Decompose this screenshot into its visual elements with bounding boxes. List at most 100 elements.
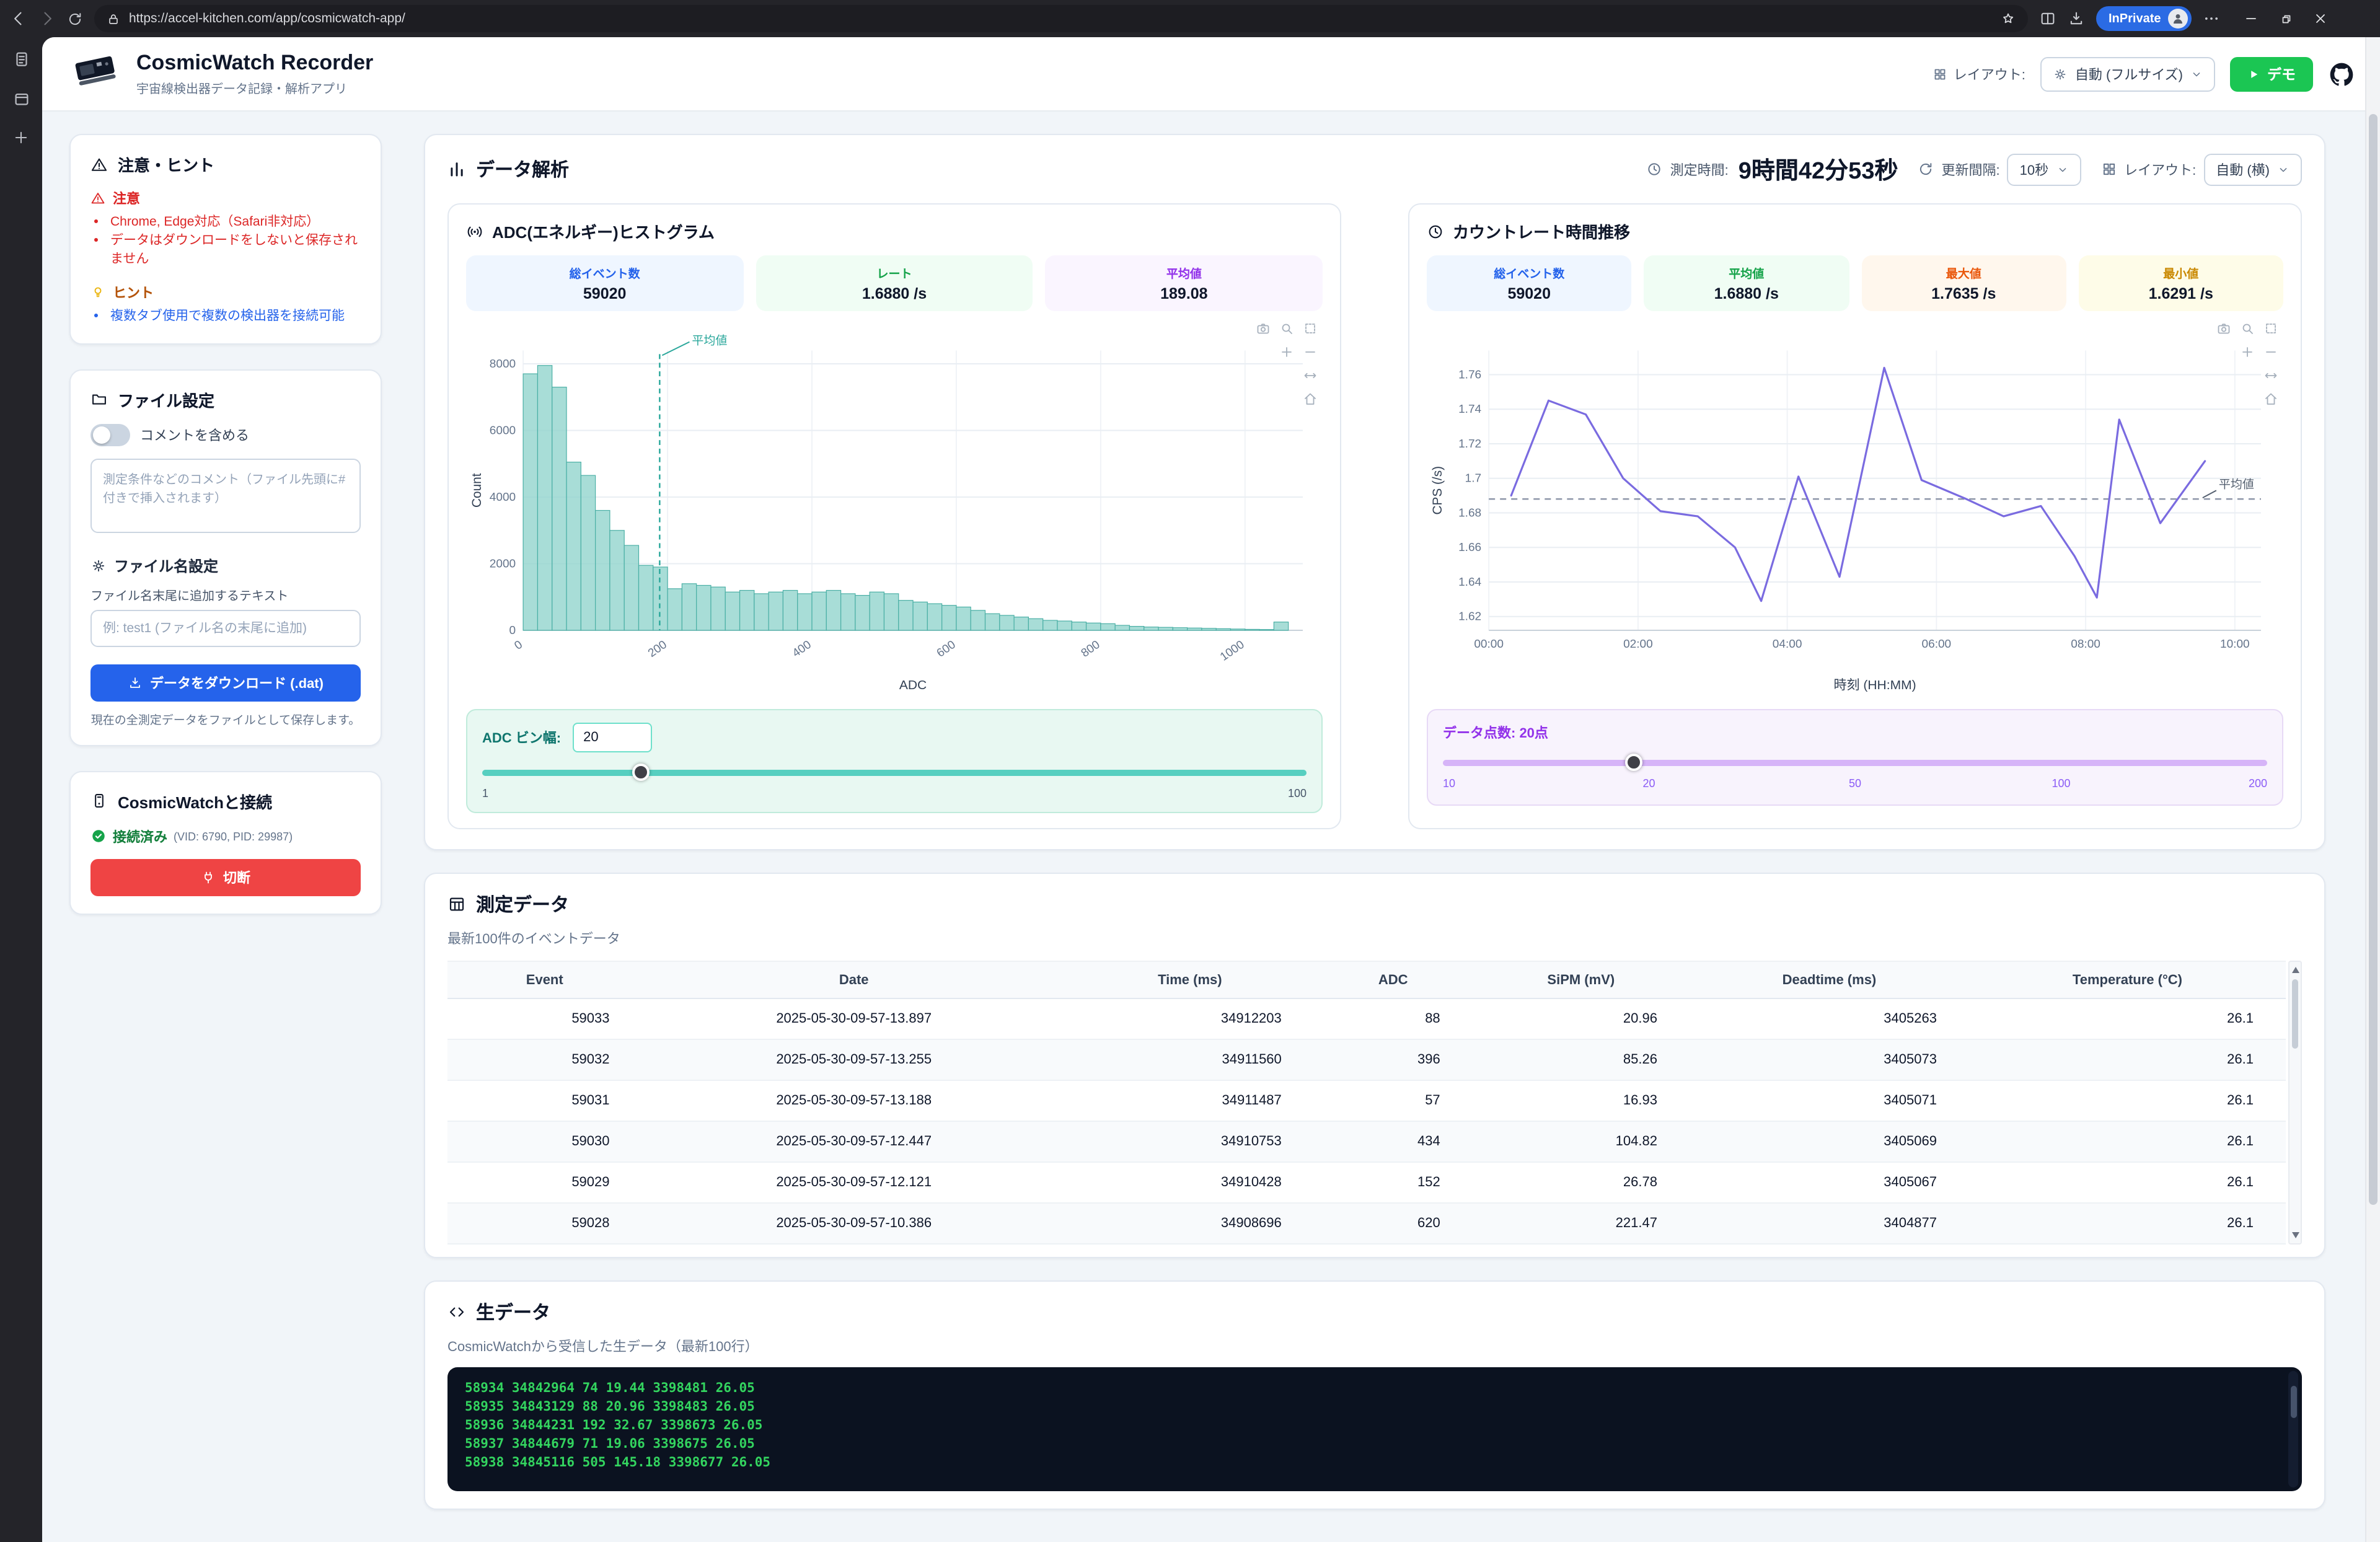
- table-row[interactable]: 59032 2025-05-30-09-57-13.255 34911560 396 8…: [447, 1039, 2286, 1081]
- svg-text:0: 0: [512, 638, 525, 653]
- table-row[interactable]: 59030 2025-05-30-09-57-12.447 34910753 434 1…: [447, 1121, 2286, 1163]
- zoom-in-icon[interactable]: [1279, 345, 1294, 359]
- zoom-out-icon[interactable]: [2263, 345, 2278, 359]
- demo-button[interactable]: デモ: [2230, 56, 2313, 91]
- scroll-down-icon[interactable]: [2291, 1232, 2299, 1238]
- terminal-scrollbar[interactable]: [2288, 1371, 2298, 1487]
- camera-icon[interactable]: [1256, 321, 1271, 336]
- data-points-slider[interactable]: [1443, 754, 2267, 771]
- reset-home-icon[interactable]: [2263, 392, 2278, 407]
- refresh-icon[interactable]: [67, 11, 83, 27]
- close-icon[interactable]: [2304, 0, 2338, 37]
- analysis-layout-select[interactable]: 自動 (横): [2203, 153, 2302, 185]
- bin-width-slider-handle[interactable]: [632, 764, 650, 781]
- table-cell: 2025-05-30-09-57-10.386: [641, 1203, 1066, 1245]
- url-text[interactable]: https://accel-kitchen.com/app/cosmicwatc…: [129, 11, 1992, 26]
- select-box-icon[interactable]: [1303, 321, 1318, 336]
- stat-value: 189.08: [1160, 285, 1208, 302]
- minimize-icon[interactable]: [2234, 0, 2269, 37]
- bookmark-star-icon[interactable]: [2001, 11, 2016, 26]
- comment-textarea[interactable]: [90, 458, 361, 533]
- autoscale-icon[interactable]: [2263, 368, 2278, 383]
- inprivate-badge[interactable]: InPrivate: [2096, 6, 2192, 31]
- bin-width-input[interactable]: [572, 723, 652, 752]
- zoom-in-icon[interactable]: [2240, 345, 2255, 359]
- zoom-out-icon[interactable]: [1303, 345, 1318, 359]
- table-header-cell: Event: [447, 961, 642, 999]
- scrollbar-thumb[interactable]: [2369, 114, 2378, 1205]
- table-cell: 20.96: [1472, 998, 1690, 1040]
- svg-text:200: 200: [646, 638, 669, 660]
- bin-width-slider[interactable]: [482, 764, 1307, 781]
- count-rate-chart[interactable]: 00:00 02:00 04:00 06:00 08:00 10:00 1.62 1.64 1.…: [1427, 319, 2283, 697]
- wave-icon: [466, 222, 483, 240]
- svg-text:1.7: 1.7: [1465, 472, 1481, 485]
- header-layout-select[interactable]: 自動 (フルサイズ): [2040, 56, 2215, 91]
- count-rate-stats: 総イベント数 59020 平均値 1.6880 /s 最大値 1.7635 /s 最小値 1.…: [1427, 255, 2283, 311]
- camera-icon[interactable]: [2216, 321, 2231, 336]
- browser-menu-icon[interactable]: [2203, 10, 2221, 27]
- left-sidebar: 注意・ヒント 注意 Chrome, Edge対応（Safari非対応）データはダ…: [69, 134, 382, 915]
- table-row[interactable]: 59028 2025-05-30-09-57-10.386 34908696 620 2…: [447, 1203, 2286, 1245]
- adc-histogram-chart[interactable]: 0 200 400 600 800 1000 0 2000 4000 6000 8000 平均値 ADC…: [466, 319, 1323, 697]
- add-icon[interactable]: [12, 129, 30, 146]
- table-scrollbar[interactable]: [2288, 961, 2302, 1245]
- tabs-panel-icon[interactable]: [12, 50, 30, 68]
- autoscale-icon[interactable]: [1303, 368, 1318, 383]
- url-bar[interactable]: https://accel-kitchen.com/app/cosmicwatc…: [94, 5, 2028, 32]
- chevron-down-icon: [2056, 163, 2068, 175]
- stat-value: 59020: [1507, 285, 1551, 302]
- table-cell: 104.82: [1472, 1121, 1690, 1163]
- table-row[interactable]: 59033 2025-05-30-09-57-13.897 34912203 88 20…: [447, 998, 2286, 1040]
- data-points-slider-handle[interactable]: [1624, 754, 1642, 771]
- stat-chip: 平均値 189.08: [1045, 255, 1323, 311]
- profile-avatar[interactable]: [2168, 9, 2188, 29]
- count-rate-chart-wrap: 00:00 02:00 04:00 06:00 08:00 10:00 1.62 1.64 1.…: [1427, 319, 2283, 697]
- zoom-icon[interactable]: [2240, 321, 2255, 336]
- back-icon[interactable]: [10, 10, 27, 27]
- measurement-title: 測定データ: [476, 895, 570, 916]
- reset-home-icon[interactable]: [1303, 392, 1318, 407]
- bar-chart-icon: [447, 160, 466, 178]
- github-icon[interactable]: [2328, 60, 2355, 87]
- plug-icon: [201, 870, 216, 885]
- raw-line: 58937 34844679 71 19.06 3398675 26.05: [465, 1437, 755, 1452]
- table-header-cell: SiPM (mV): [1472, 961, 1690, 999]
- scrollbar-thumb[interactable]: [2290, 1386, 2296, 1418]
- svg-text:2000: 2000: [490, 558, 516, 571]
- table-cell: 57: [1313, 1080, 1473, 1122]
- page-scrollbar[interactable]: [2365, 37, 2380, 1542]
- split-screen-icon[interactable]: [2039, 10, 2056, 27]
- code-icon: [447, 1303, 466, 1321]
- download-caption: 現在の全測定データをファイルとして保存します。: [90, 713, 361, 728]
- downloads-icon[interactable]: [2068, 10, 2085, 27]
- table-row[interactable]: 59031 2025-05-30-09-57-13.188 34911487 57 16…: [447, 1080, 2286, 1122]
- slider-tick-label: 10: [1443, 777, 1456, 790]
- raw-data-terminal[interactable]: 58934 34842964 74 19.44 3398481 26.05 589…: [447, 1367, 2302, 1491]
- warning-item: Chrome, Edge対応（Safari非対応）: [110, 213, 361, 232]
- forward-icon[interactable]: [38, 10, 56, 27]
- interval-select[interactable]: 10秒: [2007, 153, 2081, 185]
- workspace-icon[interactable]: [12, 89, 30, 108]
- filename-label: ファイル名末尾に追加するテキスト: [90, 589, 289, 604]
- measure-time-label: 測定時間:: [1670, 163, 1729, 178]
- restore-icon[interactable]: [2269, 0, 2304, 37]
- table-cell: 26.78: [1472, 1162, 1690, 1204]
- scrollbar-thumb[interactable]: [2292, 979, 2298, 1049]
- disconnect-button[interactable]: 切断: [90, 858, 361, 896]
- comment-toggle[interactable]: [90, 423, 130, 446]
- slider-tick-label: 50: [1848, 777, 1862, 790]
- warning-list: Chrome, Edge対応（Safari非対応）データはダウンロードをしないと…: [90, 213, 361, 270]
- download-data-button[interactable]: データをダウンロード (.dat): [90, 664, 361, 702]
- table-header-cell: Temperature (°C): [1968, 961, 2286, 999]
- filename-suffix-input[interactable]: [90, 609, 361, 647]
- stat-chip: 最小値 1.6291 /s: [2078, 255, 2283, 311]
- notes-title: 注意・ヒント: [118, 156, 215, 175]
- table-cell: 26.1: [1968, 1080, 2286, 1122]
- scroll-up-icon[interactable]: [2291, 967, 2299, 973]
- zoom-icon[interactable]: [1279, 321, 1294, 336]
- select-box-icon[interactable]: [2263, 321, 2278, 336]
- chevron-down-icon: [2190, 68, 2203, 80]
- measurement-caption: 最新100件のイベントデータ: [447, 932, 620, 947]
- table-row[interactable]: 59029 2025-05-30-09-57-12.121 34910428 152 2…: [447, 1162, 2286, 1204]
